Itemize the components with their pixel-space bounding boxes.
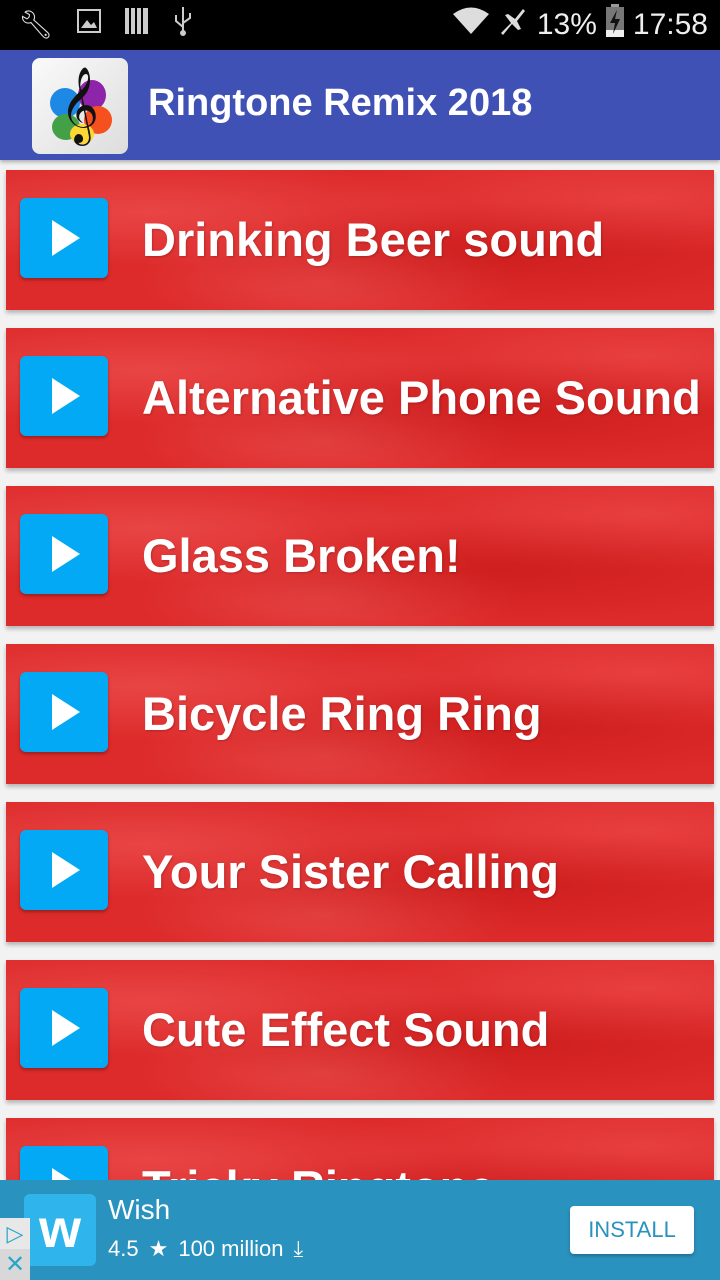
ringtone-item[interactable]: Cute Effect Sound: [6, 960, 714, 1100]
ringtone-title: Glass Broken!: [142, 529, 461, 582]
download-icon: ⤓: [293, 1236, 304, 1261]
usb-icon: [172, 5, 194, 45]
adchoices-icon[interactable]: ▷: [0, 1218, 30, 1249]
ringtone-item[interactable]: Drinking Beer sound: [6, 170, 714, 310]
image-icon: [76, 8, 102, 42]
app-title: Ringtone Remix 2018: [148, 82, 533, 124]
ringtone-title: Cute Effect Sound: [142, 1003, 550, 1056]
wifi-icon: [452, 7, 489, 43]
ringtone-item[interactable]: Glass Broken!: [6, 486, 714, 626]
ad-installs: 100 million: [178, 1236, 284, 1261]
play-icon[interactable]: [20, 988, 108, 1068]
ringtone-list: Drinking Beer sound Alternative Phone So…: [6, 170, 714, 1276]
airplane-icon: [497, 5, 529, 45]
play-icon[interactable]: [20, 198, 108, 278]
star-icon: ★: [148, 1236, 169, 1261]
play-icon[interactable]: [20, 672, 108, 752]
battery-percent: 13%: [536, 8, 597, 41]
status-bar: 🔧︎ 13% 17:58: [0, 0, 720, 50]
play-icon[interactable]: [20, 514, 108, 594]
treble-clef-icon: 𝄞: [32, 58, 128, 154]
install-button[interactable]: INSTALL: [570, 1206, 694, 1254]
ringtone-title: Alternative Phone Sound: [142, 371, 701, 424]
ringtone-item[interactable]: Bicycle Ring Ring: [6, 644, 714, 784]
ringtone-title: Your Sister Calling: [142, 845, 559, 898]
ringtone-title: Bicycle Ring Ring: [142, 687, 542, 740]
wish-logo-icon: w: [24, 1194, 96, 1266]
ad-meta: 4.5 ★ 100 million ⤓: [108, 1236, 303, 1262]
ad-banner[interactable]: w Wish 4.5 ★ 100 million ⤓ INSTALL: [0, 1180, 720, 1280]
barcode-icon: [124, 6, 150, 44]
ad-app-name: Wish: [108, 1194, 171, 1225]
play-icon[interactable]: [20, 356, 108, 436]
close-ad-icon[interactable]: ✕: [0, 1249, 30, 1280]
clock: 17:58: [632, 8, 708, 41]
ringtone-item[interactable]: Your Sister Calling: [6, 802, 714, 942]
wrench-icon: 🔧︎: [18, 9, 54, 40]
play-icon[interactable]: [20, 830, 108, 910]
ringtone-title: Drinking Beer sound: [142, 213, 605, 266]
ringtone-item[interactable]: Alternative Phone Sound: [6, 328, 714, 468]
app-bar: 𝄞 Ringtone Remix 2018: [0, 50, 720, 160]
battery-charging-icon: [605, 4, 625, 46]
ad-rating: 4.5: [108, 1236, 139, 1261]
